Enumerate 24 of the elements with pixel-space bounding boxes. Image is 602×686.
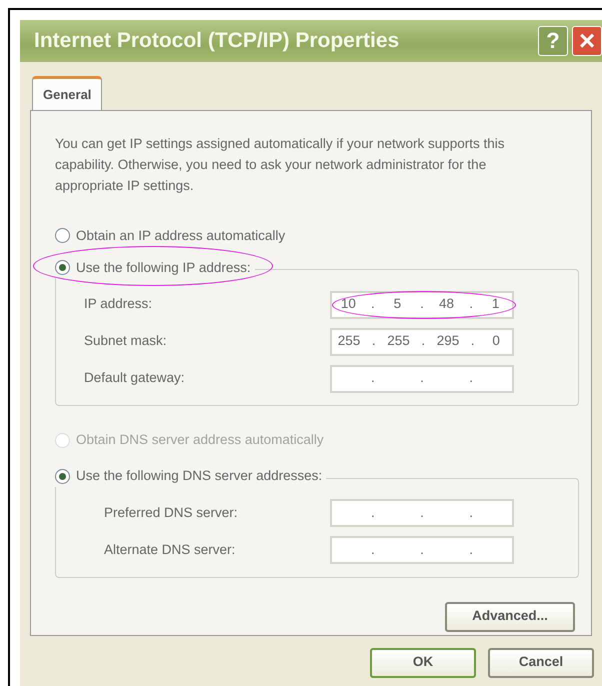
dialog-button[interactable]: OK [370, 648, 476, 678]
advanced-button[interactable]: Advanced... [445, 602, 575, 632]
tab[interactable]: General [32, 76, 102, 110]
radio-option[interactable]: Obtain an IP address automatically [55, 226, 286, 246]
dialog-button[interactable]: Cancel [488, 648, 594, 678]
ip-address-field[interactable]: 10 . 5 . 48 . 1 [330, 290, 514, 318]
field-label: Subnet mask: [83, 332, 168, 350]
intro-text: You can get IP settings assigned automatically if your network supports this capability. Otherwise, you need to ask your network administrator for the appropriate IP settings. [55, 134, 505, 195]
radio-button[interactable] [55, 468, 70, 484]
help-button[interactable]: ? [538, 26, 568, 56]
ip-address-field[interactable]: . . . [330, 536, 514, 564]
close-button[interactable]: × [572, 26, 602, 56]
radio-button[interactable] [55, 260, 70, 276]
field-label: IP address: [83, 295, 154, 314]
ip-address-field[interactable]: . . . [330, 364, 514, 392]
radio-button[interactable] [55, 228, 70, 244]
radio-option[interactable]: Use the following DNS server addresses: [55, 466, 326, 486]
ip-address-field[interactable]: 255 . 255 . 295 . 0 [330, 328, 514, 356]
window-title: Internet Protocol (TCP/IP) Properties [34, 28, 400, 54]
field-label: Alternate DNS server: [103, 540, 236, 559]
field-label: Default gateway: [83, 369, 186, 388]
field-label: Preferred DNS server: [103, 504, 239, 522]
radio-option[interactable]: Use the following IP address: [55, 258, 255, 278]
ip-address-field[interactable]: . . . [330, 499, 514, 527]
